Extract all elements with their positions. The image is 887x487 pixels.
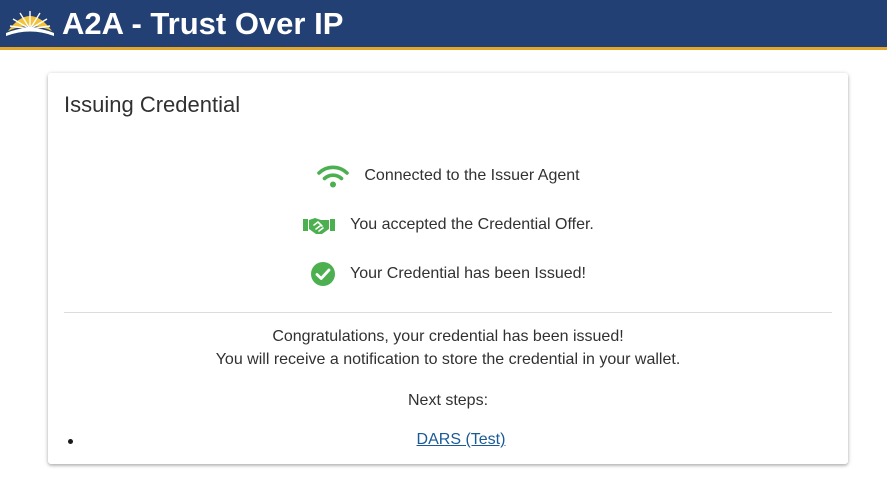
status-accepted: You accepted the Credential Offer. <box>48 210 848 240</box>
check-circle-icon <box>310 261 336 287</box>
congratulations-message: Congratulations, your credential has bee… <box>272 328 624 345</box>
status-accepted-text: You accepted the Credential Offer. <box>350 216 594 233</box>
issuing-credential-card: Issuing Credential Connected to the Issu… <box>48 73 848 464</box>
handshake-icon <box>302 214 336 236</box>
next-step-link-dars[interactable]: DARS (Test) <box>48 429 874 451</box>
wifi-icon <box>316 163 350 189</box>
card-title: Issuing Credential <box>64 92 241 117</box>
status-connected-text: Connected to the Issuer Agent <box>364 167 580 184</box>
app-header: A2A - Trust Over IP <box>0 0 887 50</box>
status-connected: Connected to the Issuer Agent <box>48 161 848 191</box>
status-issued: Your Credential has been Issued! <box>48 259 848 289</box>
status-issued-text: Your Credential has been Issued! <box>349 265 586 282</box>
app-title: A2A - Trust Over IP <box>62 6 344 41</box>
wallet-notification-message: You will receive a notification to store… <box>215 351 681 368</box>
divider <box>64 312 832 313</box>
sun-rays-logo-icon <box>6 11 54 36</box>
next-steps-label: Next steps: <box>407 392 489 409</box>
